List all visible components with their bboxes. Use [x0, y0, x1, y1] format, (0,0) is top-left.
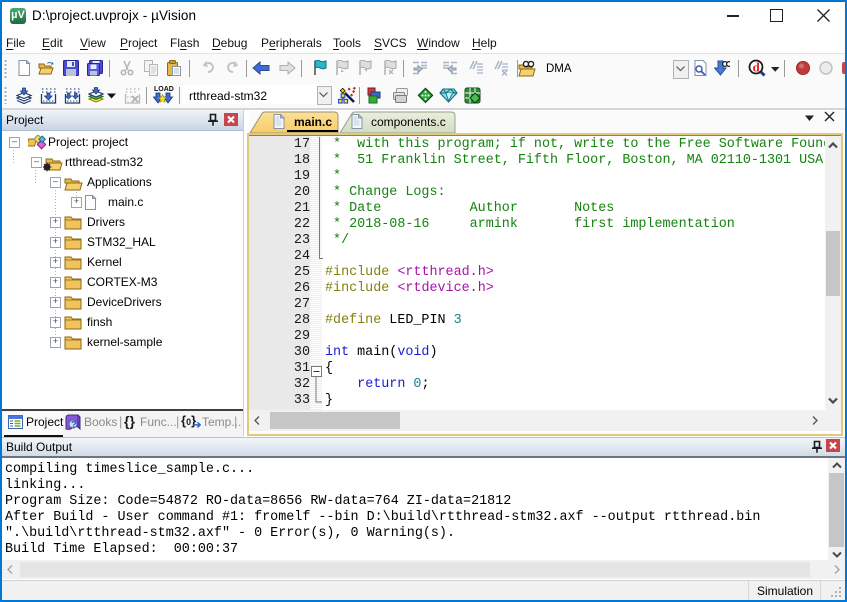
svg-text:LOAD: LOAD	[154, 86, 174, 93]
svg-text:d: d	[753, 60, 761, 75]
svg-text:?: ?	[71, 420, 77, 430]
